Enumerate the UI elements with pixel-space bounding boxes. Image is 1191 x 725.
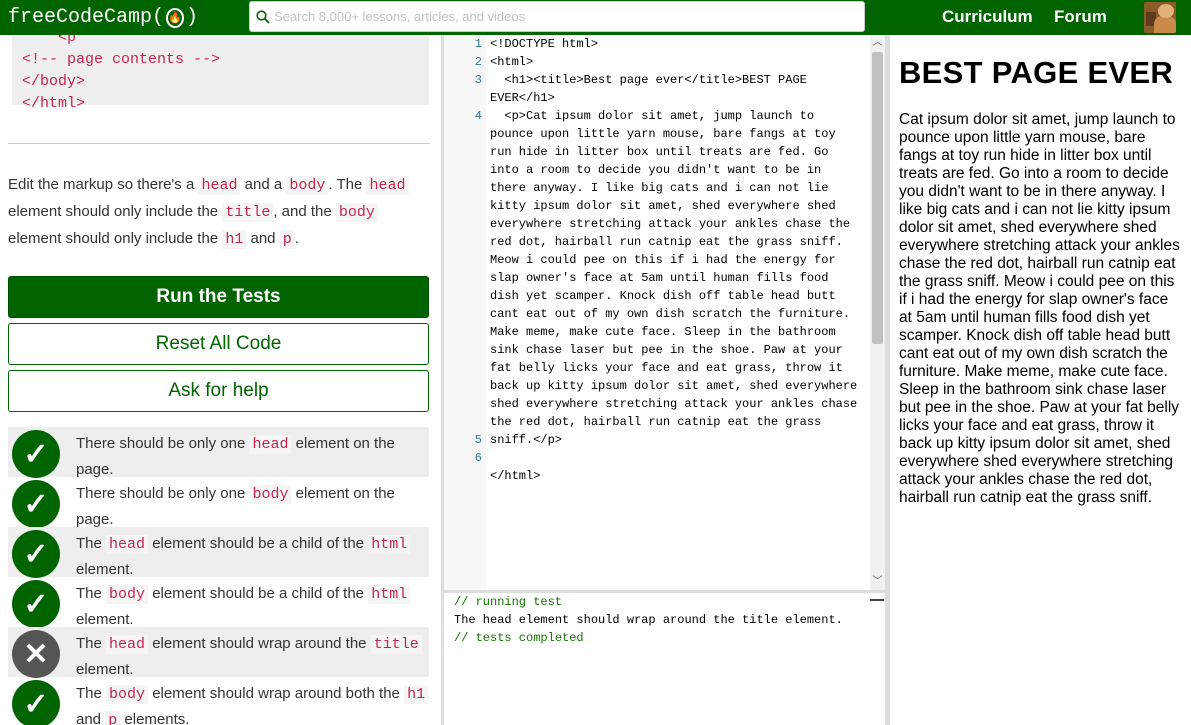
code-line[interactable]: back up kitty ipsum dolor sit amet, shed… [490,377,860,395]
ask-for-help-button[interactable]: Ask for help [8,370,429,412]
code-line[interactable]: 5 sniff.</p> [475,431,860,449]
line-number: 3 [474,73,482,87]
code-text: into a room to decide you didn't want to… [490,163,822,177]
code-text: <!DOCTYPE html> [490,37,599,51]
code-line[interactable]: pounce upon little yarn mouse, bare fang… [490,125,860,143]
code-text: cant eat out of my own dish scratch the … [490,307,851,321]
output-line: // tests completed [454,631,584,645]
code-line[interactable]: Make meme, make cute face. Sleep in the … [490,323,860,341]
code-line[interactable]: into a room to decide you didn't want to… [490,161,860,179]
test-item: ✓ There should be only one body element … [8,477,429,528]
test-suite: ✓ There should be only one head element … [8,427,429,725]
run-tests-button[interactable]: Run the Tests [8,276,429,318]
code-line[interactable]: 1 <!DOCTYPE html> [475,35,860,53]
code-text: there anyway. I like big cats and i can … [490,181,829,195]
code-line[interactable]: 3 <h1><title>Best page ever</title>BEST … [475,71,860,89]
code-text: <p>Cat ipsum dolor sit amet, jump launch… [490,109,815,123]
code-line[interactable]: shed everywhere stretching attack your a… [490,395,860,413]
code-text: sniff.</p> [490,433,563,447]
code-text: </html> [490,469,541,483]
nav-link-curriculum[interactable]: Curriculum [942,7,1033,27]
code-line[interactable]: 2 <html> [475,53,860,71]
output-line: // running test [454,595,563,609]
code-text: Make meme, make cute face. Sleep in the … [490,325,836,339]
line-number: 5 [474,433,482,447]
code-line[interactable]: EVER</h1> [490,89,860,107]
code-text: back up kitty ipsum dolor sit amet, shed… [490,379,858,393]
code-line[interactable]: 6 [475,449,860,467]
test-item: ✕ The head element should wrap around th… [8,627,429,678]
code-text: Meow i could pee on this if i had the en… [490,253,836,267]
code-example: <p <!-- page contents --> </body> </html… [12,35,429,112]
line-number: 4 [474,109,482,123]
minimize-icon[interactable] [870,599,884,601]
code-text: everywhere stretching attack your ankles… [490,217,851,231]
code-text: the red dot, hairball run catnip eat the… [490,415,822,429]
code-text: sink chase laser but pee in the shoe. Pa… [490,343,843,357]
code-line[interactable]: run hide in litter box until treats are … [490,143,860,161]
check-icon: ✓ [12,480,60,528]
scroll-up-icon[interactable]: ︿ [870,36,885,50]
code-text: run hide in litter box until treats are … [490,145,829,159]
reset-code-button[interactable]: Reset All Code [8,323,429,365]
logo-text: freeCodeCamp [8,6,153,29]
line-number: 6 [474,451,482,465]
search-input[interactable] [274,9,854,24]
preview-heading: BEST PAGE EVER [899,55,1174,90]
check-icon: ✓ [12,580,60,628]
test-item: ✓ There should be only one head element … [8,427,429,478]
code-text: fat belly licks your face and eat grass,… [490,361,843,375]
code-line[interactable]: there anyway. I like big cats and i can … [490,179,860,197]
search-icon [256,9,270,24]
output-line: The head element should wrap around the … [454,613,843,627]
code-line[interactable]: Meow i could pee on this if i had the en… [490,251,860,269]
challenge-instructions: Edit the markup so there's a head and a … [8,172,433,253]
editor-code[interactable]: 1 <!DOCTYPE html> 2 <html> 3 <h1><title>Best… [475,35,860,485]
code-line[interactable]: cant eat out of my own dish scratch the … [490,305,860,323]
fcc-logo[interactable]: freeCodeCamp (🔥) [8,6,240,29]
user-avatar[interactable] [1144,2,1176,33]
code-line[interactable]: everywhere stretching attack your ankles… [490,215,860,233]
search-bar[interactable] [249,1,865,32]
code-text: shed everywhere stretching attack your a… [490,397,858,411]
divider [8,143,430,144]
code-line[interactable]: </html> [490,467,860,485]
code-line[interactable]: kitty ipsum dolor sit amet, shed everywh… [490,197,860,215]
scroll-down-icon[interactable]: ﹀ [870,575,885,589]
test-item: ✓ The body element should wrap around bo… [8,677,429,725]
challenge-panel: <p <!-- page contents --> </body> </html… [0,35,441,725]
test-output-console: // running test The head element should w… [444,593,885,725]
code-line[interactable]: the red dot, hairball run catnip eat the… [490,413,860,431]
check-icon: ✓ [12,530,60,578]
test-item: ✓ The body element should be a child of … [8,577,429,628]
code-line[interactable]: red dot, hairball run catnip eat the gra… [490,233,860,251]
code-text: red dot, hairball run catnip eat the gra… [490,235,843,249]
code-line[interactable]: sink chase laser but pee in the shoe. Pa… [490,341,860,359]
line-number: 1 [474,37,482,51]
code-text: dish yet scamper. Knock dish off table h… [490,289,836,303]
code-text: <html> [490,55,534,69]
code-line[interactable]: fat belly licks your face and eat grass,… [490,359,860,377]
code-editor[interactable]: 1 <!DOCTYPE html> 2 <html> 3 <h1><title>Best… [444,35,885,590]
flame-icon: 🔥 [166,7,185,28]
check-icon: ✓ [12,680,60,725]
x-fail-icon: ✕ [12,630,60,678]
code-line[interactable]: slap owner's face at 5am until human fil… [490,269,860,287]
top-navbar: freeCodeCamp (🔥) Curriculum Forum [0,0,1191,35]
editor-scroll-thumb[interactable] [872,52,883,344]
line-number: 2 [474,55,482,69]
check-icon: ✓ [12,430,60,478]
preview-pane: BEST PAGE EVER Cat ipsum dolor sit amet,… [890,35,1191,725]
code-text: EVER</h1> [490,91,555,105]
nav-link-forum[interactable]: Forum [1054,7,1107,27]
code-text: <h1><title>Best page ever</title>BEST PA… [490,73,807,87]
code-line[interactable]: 4 <p>Cat ipsum dolor sit amet, jump laun… [475,107,860,125]
test-item: ✓ The head element should be a child of … [8,527,429,578]
code-text: kitty ipsum dolor sit amet, shed everywh… [490,199,836,213]
code-line[interactable]: dish yet scamper. Knock dish off table h… [490,287,860,305]
code-text: pounce upon little yarn mouse, bare fang… [490,127,836,141]
preview-paragraph: Cat ipsum dolor sit amet, jump launch to… [899,111,1180,506]
code-text: slap owner's face at 5am until human fil… [490,271,829,285]
